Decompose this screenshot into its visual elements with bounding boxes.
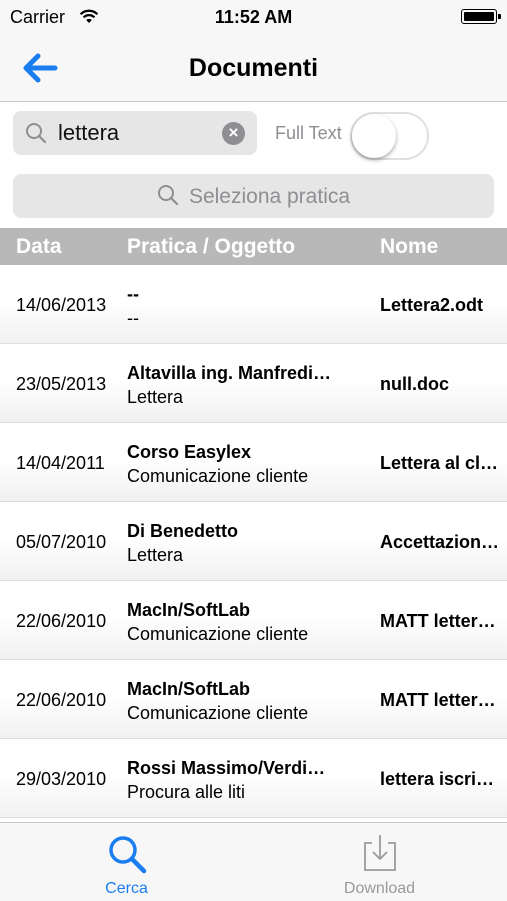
full-text-label: Full Text xyxy=(275,123,342,143)
search-icon xyxy=(157,185,179,206)
row-nome: MATT letter… xyxy=(380,690,496,710)
row-oggetto: Comunicazione cliente xyxy=(127,703,309,723)
tab-bar: Cerca Download xyxy=(0,822,507,901)
search-input[interactable]: lettera × xyxy=(13,111,257,155)
row-nome: lettera iscri… xyxy=(380,769,495,789)
clear-search-button[interactable]: × xyxy=(222,122,245,145)
table-row[interactable]: 29/03/2010 Rossi Massimo/Verdi… Procura … xyxy=(0,739,507,818)
documents-list: 14/06/2013 -- -- Lettera2.odt 23/05/2013… xyxy=(0,265,507,822)
download-icon xyxy=(253,833,506,878)
select-pratica-placeholder: Seleziona pratica xyxy=(188,185,351,208)
row-oggetto: Comunicazione cliente xyxy=(127,466,309,486)
row-pratica: -- xyxy=(127,284,139,304)
navigation-bar: Documenti xyxy=(0,34,507,102)
column-header-date: Data xyxy=(16,235,62,258)
column-header-pratica: Pratica / Oggetto xyxy=(127,235,296,258)
row-pratica: MacIn/SoftLab xyxy=(127,679,251,699)
tab-download-label: Download xyxy=(343,880,416,897)
tab-cerca[interactable]: Cerca xyxy=(0,823,253,901)
row-pratica: Rossi Massimo/Verdi… xyxy=(127,758,326,778)
row-oggetto: Lettera xyxy=(127,387,184,407)
toggle-knob xyxy=(352,114,396,158)
table-row[interactable]: 22/06/2010 MacIn/SoftLab Comunicazione c… xyxy=(0,660,507,739)
table-row[interactable]: 14/04/2011 Corso Easylex Comunicazione c… xyxy=(0,423,507,502)
search-icon xyxy=(0,833,253,880)
status-time: 11:52 AM xyxy=(214,7,293,27)
row-date: 23/05/2013 xyxy=(16,374,107,394)
row-pratica: Altavilla ing. Manfredi… xyxy=(127,363,332,383)
column-header-nome: Nome xyxy=(380,235,439,258)
row-date: 14/04/2011 xyxy=(16,453,105,473)
row-nome: MATT letter… xyxy=(380,611,496,631)
row-nome: Lettera al cl… xyxy=(380,453,499,473)
tab-download[interactable]: Download xyxy=(253,823,506,901)
row-oggetto: Lettera xyxy=(127,545,184,565)
row-pratica: Di Benedetto xyxy=(127,521,239,541)
row-oggetto: Comunicazione cliente xyxy=(127,624,309,644)
table-row[interactable]: 14/06/2013 -- -- Lettera2.odt xyxy=(0,265,507,344)
battery-icon xyxy=(461,9,501,24)
table-header: Data Pratica / Oggetto Nome xyxy=(0,228,507,265)
row-nome: Lettera2.odt xyxy=(380,295,484,315)
table-row[interactable]: 22/06/2010 MacIn/SoftLab Comunicazione c… xyxy=(0,581,507,660)
tab-cerca-label: Cerca xyxy=(105,880,148,897)
full-text-toggle[interactable] xyxy=(350,112,429,160)
row-oggetto: -- xyxy=(127,308,139,328)
row-date: 05/07/2010 xyxy=(16,532,107,552)
row-pratica: Corso Easylex xyxy=(127,442,252,462)
row-pratica: MacIn/SoftLab xyxy=(127,600,251,620)
select-pratica-field[interactable]: Seleziona pratica xyxy=(13,174,494,218)
row-date: 22/06/2010 xyxy=(16,690,107,710)
row-nome: Accettazion… xyxy=(380,532,500,552)
row-nome: null.doc xyxy=(380,374,449,394)
search-icon xyxy=(25,122,47,149)
search-query-text: lettera xyxy=(58,120,120,145)
table-row[interactable]: 05/07/2010 Di Benedetto Lettera Accettaz… xyxy=(0,502,507,581)
status-bar: Carrier 11:52 AM xyxy=(0,0,507,34)
row-oggetto: Procura alle liti xyxy=(127,782,246,802)
row-date: 22/06/2010 xyxy=(16,611,107,631)
row-date: 29/03/2010 xyxy=(16,769,107,789)
row-date: 14/06/2013 xyxy=(16,295,107,315)
search-area: lettera × Full Text Seleziona pratica xyxy=(0,102,507,228)
page-title: Documenti xyxy=(188,54,319,82)
table-row[interactable]: 23/05/2013 Altavilla ing. Manfredi… Lett… xyxy=(0,344,507,423)
